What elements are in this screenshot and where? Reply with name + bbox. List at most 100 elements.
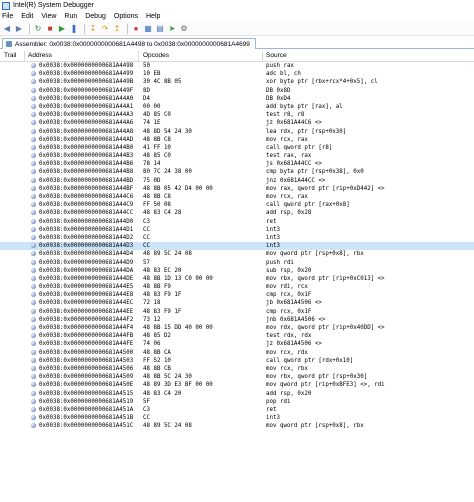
breakpoint-marker-icon[interactable]: [31, 202, 36, 208]
menu-run[interactable]: Run: [64, 13, 77, 20]
table-row[interactable]: 0x0038:0x0000000000681A449F 8D DB 0x8D: [0, 87, 474, 95]
breakpoint-marker-icon[interactable]: [31, 333, 36, 339]
refresh-icon[interactable]: ↻: [33, 24, 43, 34]
header-opcodes[interactable]: Opcodes: [143, 52, 169, 59]
breakpoint-marker-icon[interactable]: [31, 194, 36, 199]
table-row[interactable]: 0x0038:0x0000000000681A4515 48 83 C4 20 ad…: [0, 390, 474, 398]
breakpoint-marker-icon[interactable]: [31, 284, 36, 290]
run-icon[interactable]: ▶: [57, 24, 67, 34]
breakpoint-marker-icon[interactable]: [31, 415, 36, 421]
breakpoint-marker-icon[interactable]: [31, 128, 36, 134]
table-row[interactable]: 0x0038:0x0000000000681A44D9 57 push rdi: [0, 259, 474, 267]
breakpoint-marker-icon[interactable]: [31, 234, 36, 240]
breakpoint-marker-icon[interactable]: [31, 243, 36, 249]
table-row[interactable]: 0x0038:0x0000000000681A449B 30 4C 8B 05 xo…: [0, 78, 474, 86]
breakpoint-marker-icon[interactable]: [31, 169, 36, 175]
settings-icon[interactable]: ⚙: [179, 24, 189, 34]
table-row[interactable]: 0x0038:0x0000000000681A44D1 CC int3: [0, 226, 474, 234]
table-row[interactable]: 0x0038:0x0000000000681A44D4 48 89 5C 24 0…: [0, 250, 474, 258]
table-row[interactable]: 0x0038:0x0000000000681A44EC 72 18 jb 0x681…: [0, 299, 474, 307]
menu-file[interactable]: File: [2, 13, 13, 20]
table-row[interactable]: 0x0038:0x0000000000681A4498 50 push rax: [0, 62, 474, 70]
header-address[interactable]: Address: [28, 52, 52, 59]
table-row[interactable]: 0x0038:0x0000000000681A44A3 4D 85 C0 test …: [0, 111, 474, 119]
table-row[interactable]: 0x0038:0x0000000000681A44BF 48 8B 05 42 D…: [0, 185, 474, 193]
breakpoint-marker-icon[interactable]: [31, 325, 36, 330]
breakpoint-marker-icon[interactable]: [31, 218, 36, 224]
table-row[interactable]: 0x0038:0x0000000000681A44A0 D4 DB 0xD4: [0, 95, 474, 103]
breakpoint-marker-icon[interactable]: [31, 357, 36, 363]
breakpoint-marker-icon[interactable]: [31, 144, 36, 150]
breakpoint-marker-icon[interactable]: [31, 161, 36, 167]
stop-icon[interactable]: ■: [45, 24, 55, 34]
table-row[interactable]: 0x0038:0x0000000000681A44B8 80 7C 24 38 0…: [0, 168, 474, 176]
table-row[interactable]: 0x0038:0x0000000000681A44A8 48 8D 54 24 3…: [0, 128, 474, 136]
table-row[interactable]: 0x0038:0x0000000000681A44D0 C3 ret: [0, 218, 474, 226]
run-to-cursor-icon[interactable]: ➤: [167, 24, 177, 34]
table-row[interactable]: 0x0038:0x0000000000681A44B3 48 85 C0 test …: [0, 152, 474, 160]
menu-view[interactable]: View: [41, 13, 56, 20]
breakpoint-marker-icon[interactable]: [31, 406, 36, 412]
forward-icon[interactable]: ▶: [14, 24, 24, 34]
breakpoint-marker-icon[interactable]: [31, 275, 36, 281]
table-row[interactable]: 0x0038:0x0000000000681A44F2 73 12 jnb 0x68…: [0, 316, 474, 324]
breakpoint-icon[interactable]: ●: [131, 24, 141, 34]
step-out-icon[interactable]: ↥: [112, 24, 122, 34]
breakpoint-marker-icon[interactable]: [31, 95, 36, 101]
table-row[interactable]: 0x0038:0x0000000000681A44E8 48 83 F9 1F cm…: [0, 291, 474, 299]
table-row[interactable]: 0x0038:0x0000000000681A44DA 48 83 EC 20 su…: [0, 267, 474, 275]
pause-icon[interactable]: ❚: [69, 24, 79, 34]
table-row[interactable]: 0x0038:0x0000000000681A44FB 48 85 D2 test …: [0, 332, 474, 340]
breakpoint-marker-icon[interactable]: [31, 398, 36, 404]
header-source[interactable]: Source: [266, 52, 287, 59]
breakpoint-marker-icon[interactable]: [31, 382, 36, 388]
breakpoint-marker-icon[interactable]: [31, 177, 36, 183]
menu-edit[interactable]: Edit: [21, 13, 33, 20]
table-row[interactable]: 0x0038:0x0000000000681A4503 FF 52 10 call …: [0, 357, 474, 365]
breakpoint-marker-icon[interactable]: [31, 292, 36, 298]
back-icon[interactable]: ◀: [2, 24, 12, 34]
table-row[interactable]: 0x0038:0x0000000000681A44D2 CC int3: [0, 234, 474, 242]
table-row[interactable]: 0x0038:0x0000000000681A44EE 48 83 F9 1F cm…: [0, 308, 474, 316]
header-trail[interactable]: Trail: [4, 52, 16, 59]
breakpoint-marker-icon[interactable]: [31, 87, 36, 93]
menu-options[interactable]: Options: [114, 13, 138, 20]
table-row[interactable]: 0x0038:0x0000000000681A44F4 48 8B 15 DD 4…: [0, 324, 474, 332]
table-row[interactable]: 0x0038:0x0000000000681A44C9 FF 50 08 call …: [0, 201, 474, 209]
breakpoint-marker-icon[interactable]: [31, 365, 36, 371]
breakpoint-marker-icon[interactable]: [31, 308, 36, 314]
breakpoint-marker-icon[interactable]: [31, 300, 36, 306]
table-row[interactable]: 0x0038:0x0000000000681A4499 10 EB adc bl, …: [0, 70, 474, 78]
breakpoint-marker-icon[interactable]: [31, 267, 36, 273]
breakpoint-marker-icon[interactable]: [31, 226, 36, 232]
breakpoint-marker-icon[interactable]: [31, 136, 36, 142]
breakpoint-marker-icon[interactable]: [31, 210, 36, 216]
table-row[interactable]: 0x0038:0x0000000000681A451A C3 ret: [0, 406, 474, 414]
breakpoint-marker-icon[interactable]: [31, 153, 36, 159]
table-row[interactable]: 0x0038:0x0000000000681A44AD 48 8B C8 mov r…: [0, 136, 474, 144]
table-row[interactable]: 0x0038:0x0000000000681A44B0 41 FF 10 call …: [0, 144, 474, 152]
breakpoint-marker-icon[interactable]: [31, 259, 36, 265]
breakpoint-marker-icon[interactable]: [31, 112, 36, 118]
breakpoint-marker-icon[interactable]: [31, 374, 36, 380]
column-divider[interactable]: [138, 51, 139, 62]
table-row[interactable]: 0x0038:0x0000000000681A44A1 00 00 add byte…: [0, 103, 474, 111]
table-row[interactable]: 0x0038:0x0000000000681A4500 48 8B CA mov r…: [0, 349, 474, 357]
breakpoint-marker-icon[interactable]: [31, 120, 36, 126]
tab-assembler[interactable]: Assembler: 0x0038:0x0000000000681A4498 t…: [2, 38, 256, 49]
table-row[interactable]: 0x0038:0x0000000000681A4506 48 8B CB mov r…: [0, 365, 474, 373]
table-row[interactable]: 0x0038:0x0000000000681A44D3 CC int3: [0, 242, 474, 251]
breakpoint-marker-icon[interactable]: [31, 63, 36, 68]
table-row[interactable]: 0x0038:0x0000000000681A44C6 48 8B C8 mov r…: [0, 193, 474, 201]
table-row[interactable]: 0x0038:0x0000000000681A4509 48 8B 5C 24 3…: [0, 373, 474, 381]
table-row[interactable]: 0x0038:0x0000000000681A44E5 48 8B F9 mov r…: [0, 283, 474, 291]
memory-icon[interactable]: ▦: [143, 24, 153, 34]
breakpoint-marker-icon[interactable]: [31, 316, 36, 322]
table-row[interactable]: 0x0038:0x0000000000681A451B CC int3: [0, 414, 474, 422]
column-divider[interactable]: [24, 51, 25, 62]
table-row[interactable]: 0x0038:0x0000000000681A44CC 48 83 C4 28 ad…: [0, 209, 474, 217]
step-over-icon[interactable]: ↷: [100, 24, 110, 34]
breakpoint-marker-icon[interactable]: [31, 390, 36, 396]
table-row[interactable]: 0x0038:0x0000000000681A44BD 75 0D jnz 0x68…: [0, 177, 474, 185]
menu-debug[interactable]: Debug: [85, 13, 106, 20]
